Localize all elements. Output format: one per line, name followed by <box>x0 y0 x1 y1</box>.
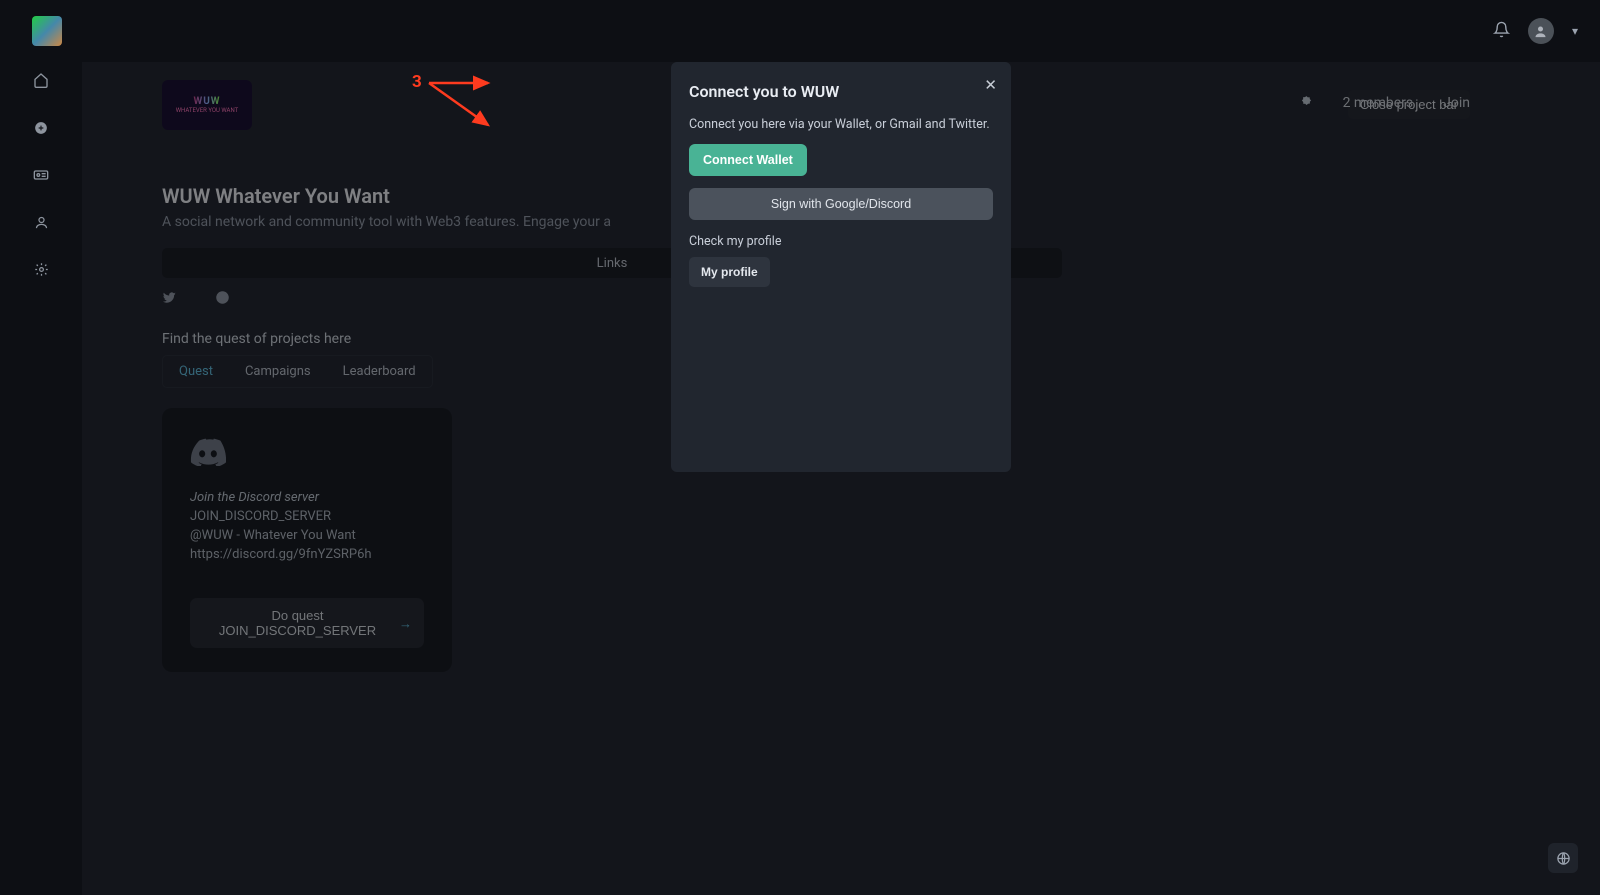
modal-overlay: ✕ Connect you to WUW Connect you here vi… <box>82 62 1600 895</box>
modal-title: Connect you to WUW <box>689 82 993 101</box>
sidebar-user[interactable] <box>34 215 49 234</box>
sidebar-add[interactable] <box>34 120 48 139</box>
close-icon[interactable]: ✕ <box>984 76 997 94</box>
sidebar-settings[interactable] <box>34 262 49 281</box>
connect-wallet-button[interactable]: Connect Wallet <box>689 144 807 176</box>
avatar[interactable] <box>1528 18 1554 44</box>
globe-button[interactable] <box>1548 843 1578 873</box>
top-bar: ▾ <box>0 0 1600 62</box>
my-profile-button[interactable]: My profile <box>689 257 770 287</box>
modal-subtitle: Connect you here via your Wallet, or Gma… <box>689 117 993 132</box>
left-sidebar <box>0 62 82 895</box>
app-logo-icon <box>32 16 62 46</box>
sidebar-home[interactable] <box>33 72 49 92</box>
bell-icon[interactable] <box>1493 21 1510 42</box>
sidebar-card[interactable] <box>33 167 49 187</box>
connect-modal: ✕ Connect you to WUW Connect you here vi… <box>671 62 1011 472</box>
check-profile-label: Check my profile <box>689 234 993 249</box>
sign-google-discord-button[interactable]: Sign with Google/Discord <box>689 188 993 220</box>
chevron-down-icon[interactable]: ▾ <box>1572 24 1578 38</box>
